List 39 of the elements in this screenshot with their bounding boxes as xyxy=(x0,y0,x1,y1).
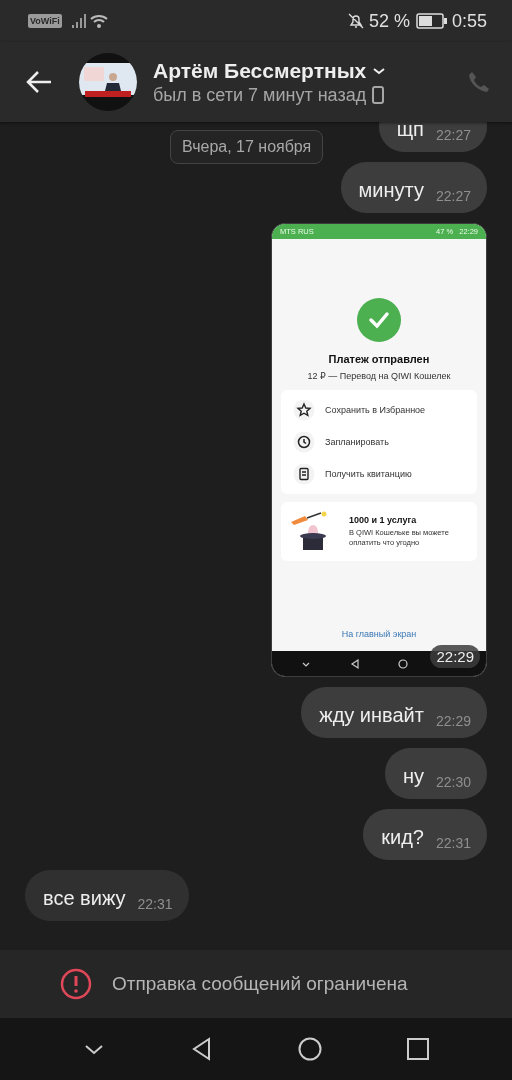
message-time: 22:27 xyxy=(435,188,471,204)
payment-subtitle: 12 ₽ — Перевод на QIWI Кошелек xyxy=(307,371,451,381)
action-text[interactable]: Запланировать xyxy=(325,437,389,447)
battery-icon xyxy=(415,13,448,29)
muted-bell-icon xyxy=(346,12,365,30)
action-text[interactable]: Сохранить в Избранное xyxy=(325,405,426,415)
contact-name[interactable]: Артём Бессмертных xyxy=(153,58,367,83)
message-text: минуту xyxy=(358,178,424,203)
action-text[interactable]: Получить квитанцию xyxy=(325,469,412,479)
clock-text: 0:55 xyxy=(451,10,487,32)
message-time: 22:31 xyxy=(137,896,173,912)
message-time: 22:30 xyxy=(435,774,471,790)
phone-device-icon xyxy=(372,86,385,104)
promo-title: 1000 и 1 услуга xyxy=(349,515,418,525)
message-text: кид? xyxy=(381,825,424,850)
message-time: 22:29 xyxy=(430,645,480,668)
signal-wifi-icon xyxy=(71,12,110,30)
recents-icon[interactable] xyxy=(405,1036,431,1062)
vowifi-badge: VoWiFi xyxy=(28,14,62,28)
message-time: 22:31 xyxy=(435,835,471,851)
clock-icon xyxy=(293,431,315,453)
battery-percent: 52 % xyxy=(368,10,410,32)
home-screen-link[interactable]: На главный экран xyxy=(341,629,417,639)
home-icon[interactable] xyxy=(297,1036,323,1062)
payment-screenshot[interactable] xyxy=(271,223,487,677)
message-text: все вижу xyxy=(43,886,126,911)
message-text: ну xyxy=(402,764,424,789)
check-icon xyxy=(357,298,401,342)
payment-title: Платеж отправлен xyxy=(328,353,430,365)
message-text: щп xyxy=(396,122,424,142)
message-time: 22:29 xyxy=(435,713,471,729)
restriction-text: Отправка сообщений ограничена xyxy=(112,973,408,995)
message-text: жду инвайт xyxy=(319,703,424,728)
last-seen-text: был в сети 7 минут назад xyxy=(153,84,367,106)
chevron-down-icon[interactable] xyxy=(372,65,387,76)
receipt-icon xyxy=(293,463,315,485)
message-time: 22:27 xyxy=(435,127,471,143)
home-icon[interactable] xyxy=(397,657,410,670)
warning-icon xyxy=(60,968,92,1000)
